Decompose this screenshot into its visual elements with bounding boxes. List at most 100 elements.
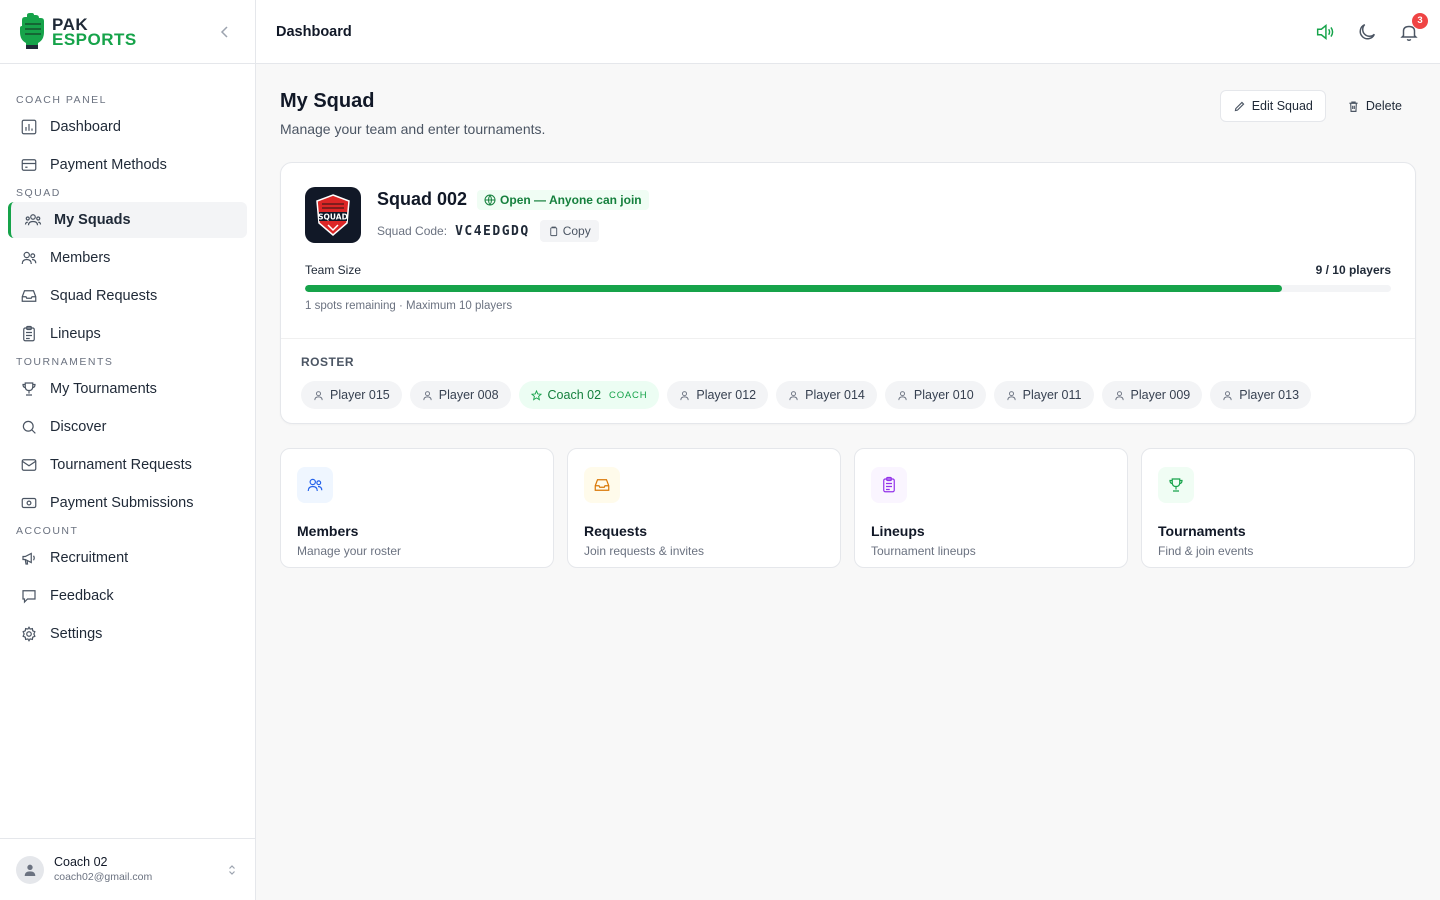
notification-count-badge: 3	[1412, 12, 1428, 29]
roster-chip-name: Coach 02	[547, 388, 602, 402]
edit-squad-button[interactable]: Edit Squad	[1219, 90, 1326, 122]
sidebar-item-label: Lineups	[50, 326, 101, 342]
sidebar-item-dashboard[interactable]: Dashboard	[8, 109, 247, 145]
roster-chip-name: Player 015	[330, 388, 390, 402]
sidebar-header: PAK ESPORTS	[0, 0, 255, 64]
chevron-left-icon[interactable]	[215, 22, 235, 42]
banknote-icon	[21, 497, 37, 509]
section-title-tournaments: TOURNAMENTS	[16, 356, 114, 368]
user-info: Coach 02 coach02@gmail.com	[54, 855, 215, 885]
roster-chip[interactable]: Player 012	[667, 381, 769, 409]
roster-chip-name: Player 011	[1022, 388, 1082, 402]
roster-chip-coach[interactable]: Coach 02 COACH	[518, 381, 660, 409]
sidebar-item-feedback[interactable]: Feedback	[8, 578, 247, 614]
copy-icon	[549, 226, 557, 236]
sidebar-item-tournament-requests[interactable]: Tournament Requests	[8, 447, 247, 483]
sidebar-item-payment-methods[interactable]: Payment Methods	[8, 147, 247, 183]
sidebar-item-my-tournaments[interactable]: My Tournaments	[8, 371, 247, 407]
quick-link-title: Members	[297, 523, 359, 539]
page-header: My Squad Manage your team and enter tour…	[280, 64, 1416, 162]
roster-chip-name: Player 008	[438, 388, 499, 402]
quick-link-subtitle: Tournament lineups	[871, 544, 976, 558]
sidebar-item-recruitment[interactable]: Recruitment	[8, 540, 247, 576]
topbar-title: Dashboard	[276, 23, 352, 40]
search-icon	[22, 420, 36, 434]
trash-icon	[1349, 100, 1358, 112]
inbox-icon	[21, 290, 37, 302]
sidebar-item-discover[interactable]: Discover	[8, 409, 247, 445]
avatar	[16, 855, 44, 884]
team-size-row: Team Size 9 / 10 players	[305, 263, 1391, 277]
roster-section: ROSTER Player 015 Player 008 Coach 02 CO…	[281, 338, 1415, 409]
brand-line-2: ESPORTS	[52, 29, 137, 49]
quick-link-subtitle: Join requests & invites	[584, 544, 705, 558]
quick-link-lineups[interactable]: Lineups Tournament lineups	[854, 448, 1128, 568]
sound-button[interactable]	[1314, 21, 1336, 43]
squad-logo: SQUAD	[305, 187, 361, 243]
user-icon	[1223, 390, 1232, 400]
bar-chart-icon	[21, 119, 37, 135]
quick-link-title: Tournaments	[1158, 523, 1246, 539]
user-email: coach02@gmail.com	[54, 870, 153, 883]
delete-squad-button[interactable]: Delete	[1334, 90, 1415, 122]
page-title: My Squad	[280, 90, 375, 112]
section-title-account: ACCOUNT	[16, 525, 79, 537]
status-badge: Open — Anyone can join	[477, 189, 649, 210]
roster-chip[interactable]: Player 015	[301, 381, 402, 409]
team-size-progress-bar	[305, 285, 1391, 292]
sidebar-item-label: Feedback	[50, 588, 114, 604]
roster-chip[interactable]: Player 009	[1101, 381, 1203, 409]
user-icon	[789, 390, 798, 400]
roster-chip[interactable]: Player 011	[993, 381, 1094, 409]
quick-link-members[interactable]: Members Manage your roster	[280, 448, 554, 568]
quick-link-icon-wrap	[1158, 467, 1194, 503]
quick-link-requests[interactable]: Requests Join requests & invites	[567, 448, 841, 568]
notifications-button[interactable]: 3	[1398, 12, 1428, 43]
roster-chip[interactable]: Player 014	[776, 381, 877, 409]
copy-code-label: Copy	[562, 224, 591, 238]
roster-chip[interactable]: Player 013	[1210, 381, 1312, 409]
roster-chip[interactable]: Player 010	[884, 381, 986, 409]
theme-toggle-button[interactable]	[1356, 21, 1378, 43]
users-icon	[307, 478, 323, 492]
sidebar-item-payment-submissions[interactable]: Payment Submissions	[8, 485, 247, 521]
copy-code-button[interactable]: Copy	[539, 220, 599, 242]
sidebar-item-label: Payment Methods	[50, 157, 167, 173]
squad-code-label: Squad Code:	[377, 224, 448, 238]
page-subtitle: Manage your team and enter tournaments.	[280, 121, 546, 137]
quick-link-tournaments[interactable]: Tournaments Find & join events	[1141, 448, 1415, 568]
roster-list: Player 015 Player 008 Coach 02 COACH Pla…	[301, 381, 1395, 409]
team-size: Team Size 9 / 10 players 1 spots remaini…	[281, 243, 1415, 312]
brand-logo[interactable]: PAK ESPORTS	[16, 12, 137, 52]
team-size-count: 9 / 10 players	[1315, 263, 1391, 277]
chevron-up-down-icon[interactable]	[225, 863, 239, 877]
fist-logo-icon	[20, 12, 44, 49]
team-size-label: Team Size	[305, 263, 362, 277]
roster-chip-name: Player 014	[805, 388, 865, 402]
user-menu[interactable]: Coach 02 coach02@gmail.com	[0, 838, 255, 900]
sidebar-item-my-squads[interactable]: My Squads	[8, 202, 247, 238]
sidebar-item-settings[interactable]: Settings	[8, 616, 247, 652]
quick-link-icon-wrap	[584, 467, 620, 503]
squad-shield-logo-icon: SQUAD	[316, 194, 350, 236]
credit-card-icon	[21, 159, 37, 171]
quick-link-icon-wrap	[297, 467, 333, 503]
brand-name: PAK ESPORTS	[52, 16, 137, 49]
sidebar-item-squad-requests[interactable]: Squad Requests	[8, 278, 247, 314]
squad-name: Squad 002	[377, 189, 468, 209]
quick-link-title: Lineups	[871, 523, 925, 539]
user-icon	[680, 390, 689, 400]
trophy-icon	[1169, 478, 1183, 492]
section-title-squad: SQUAD	[16, 187, 61, 199]
sidebar-item-lineups[interactable]: Lineups	[8, 316, 247, 352]
team-size-progress-fill	[305, 285, 1283, 292]
star-icon	[530, 389, 542, 401]
sidebar-item-members[interactable]: Members	[8, 240, 247, 276]
user-icon	[1007, 390, 1016, 400]
squad-logo-text: SQUAD	[318, 213, 348, 222]
globe-icon	[484, 194, 496, 205]
squad-card: SQUAD Squad 002 Open — Anyone can join S…	[280, 162, 1416, 424]
roster-chip[interactable]: Player 008	[409, 381, 511, 409]
squad-meta: Squad 002 Open — Anyone can join Squad C…	[377, 187, 649, 243]
quick-link-title: Requests	[584, 523, 648, 539]
